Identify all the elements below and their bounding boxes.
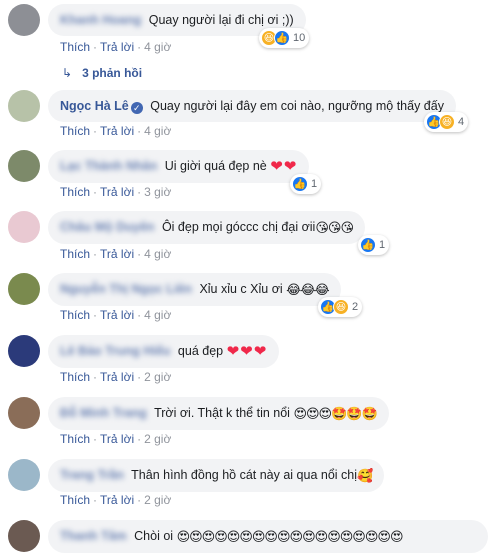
comment-actions: Thích · Trả lời · 2 giờ	[60, 493, 172, 507]
comment-bubble: Lê Bảo Trung Hiếu quá đẹp ❤❤❤	[48, 335, 280, 368]
avatar[interactable]	[8, 211, 40, 243]
verified-badge-icon: ✓	[130, 102, 143, 114]
reaction-summary[interactable]: 👍 1	[290, 174, 322, 194]
like-reaction-icon: 👍	[292, 176, 308, 192]
avatar[interactable]	[8, 4, 40, 36]
like-link[interactable]: Thích	[60, 247, 90, 261]
reply-link[interactable]: Trả lời	[100, 185, 134, 199]
view-replies-link[interactable]: ↳ 3 phản hồi	[62, 66, 142, 80]
comment-time[interactable]: 2 giờ	[144, 432, 171, 446]
reply-link[interactable]: Trả lời	[100, 370, 134, 384]
comment-text: Quay người lại đây em coi nào, ngưỡng mộ…	[150, 99, 444, 113]
avatar[interactable]	[8, 150, 40, 182]
like-link[interactable]: Thích	[60, 493, 90, 507]
comment-actions: Thích · Trả lời · 2 giờ	[60, 370, 172, 384]
haha-reaction-icon: 😆	[439, 114, 455, 130]
reply-link[interactable]: Trả lời	[100, 40, 134, 54]
reaction-summary[interactable]: 👍 😆 4	[424, 112, 469, 132]
reaction-summary[interactable]: 👍 1	[358, 235, 390, 255]
comment-text: Trời ơi. Thật k thể tin nổi	[154, 406, 290, 420]
comment-actions: Thích · Trả lời · 4 giờ	[60, 247, 172, 261]
comment-time[interactable]: 2 giờ	[144, 370, 171, 384]
avatar[interactable]	[8, 335, 40, 367]
comment-author[interactable]: Nguyễn Thị Ngọc Liên	[60, 282, 192, 296]
comment-bubble: Châu Mộ Duyên Ôi đẹp mọi góccc chị đại ơ…	[48, 211, 366, 244]
comment-author[interactable]: Châu Mộ Duyên	[60, 220, 154, 234]
comment-time[interactable]: 2 giờ	[144, 493, 171, 507]
comment-bubble: Trang Trần Thân hình đồng hồ cát này ai …	[48, 459, 385, 492]
like-link[interactable]: Thích	[60, 370, 90, 384]
view-replies-label[interactable]: 3 phản hồi	[82, 66, 142, 80]
reply-link[interactable]: Trả lời	[100, 247, 134, 261]
comment-bubble: Nguyễn Thị Ngọc Liên Xỉu xỉu c Xỉu ơi 😂😂…	[48, 273, 341, 306]
comment-text: Quay người lại đi chị ơi ;))	[148, 13, 294, 27]
comment-text: Chòi oi	[134, 529, 174, 543]
comment-bubble: Thanh Tâm Chòi oi 😍😍😍😍😍😍😍😍😍😍😍😍😍😍😍😍😍😍	[48, 520, 488, 553]
reply-arrow-icon: ↳	[62, 66, 73, 80]
comment-time[interactable]: 4 giờ	[144, 308, 171, 322]
comment-text: Ui giời quá đẹp nè	[164, 159, 267, 173]
reaction-count: 1	[379, 239, 386, 251]
reply-link[interactable]: Trả lời	[100, 493, 134, 507]
like-link[interactable]: Thích	[60, 308, 90, 322]
comment-text: quá đẹp	[177, 344, 224, 358]
comment-time[interactable]: 3 giờ	[144, 185, 171, 199]
reply-link[interactable]: Trả lời	[100, 124, 134, 138]
comment-emoji: 😍😍😍🤩🤩🤩	[293, 406, 377, 421]
comment-author[interactable]: Trang Trần	[60, 468, 124, 482]
like-link[interactable]: Thích	[60, 124, 90, 138]
comment-actions: Thích · Trả lời · 4 giờ	[60, 124, 172, 138]
reaction-count: 10	[293, 32, 306, 44]
comment-emoji: 🥰	[357, 468, 373, 483]
comment-emoji: ❤❤❤	[226, 343, 268, 360]
reply-link[interactable]: Trả lời	[100, 432, 134, 446]
reaction-count: 2	[352, 301, 359, 313]
like-reaction-icon: 👍	[360, 237, 376, 253]
like-reaction-icon: 👍	[274, 30, 290, 46]
comment-author[interactable]: Ngọc Hà Lê	[60, 99, 129, 113]
comment-actions: Thích · Trả lời · 4 giờ	[60, 40, 172, 54]
comment-text: Thân hình đồng hồ cát này ai qua nổi chị	[131, 468, 358, 482]
comment-bubble: Lạc Thành Nhân Ui giời quá đẹp nè ❤❤	[48, 150, 310, 183]
avatar[interactable]	[8, 459, 40, 491]
reaction-summary[interactable]: 😆 👍 10	[259, 28, 310, 48]
like-link[interactable]: Thích	[60, 432, 90, 446]
avatar[interactable]	[8, 273, 40, 305]
avatar[interactable]	[8, 520, 40, 552]
comment-actions: Thích · Trả lời · 2 giờ	[60, 432, 172, 446]
comment-actions: Thích · Trả lời · 3 giờ	[60, 185, 172, 199]
comment-author[interactable]: Lê Bảo Trung Hiếu	[60, 344, 170, 358]
comment-author[interactable]: Đỗ Minh Trang	[60, 406, 147, 420]
reaction-count: 4	[458, 116, 465, 128]
comment-bubble: Ngọc Hà Lê ✓ Quay người lại đây em coi nà…	[48, 90, 456, 122]
haha-reaction-icon: 😆	[333, 299, 349, 315]
comment-time[interactable]: 4 giờ	[144, 124, 171, 138]
comment-emoji: 😘😘😘	[315, 220, 354, 235]
comment-time[interactable]: 4 giờ	[144, 40, 171, 54]
avatar[interactable]	[8, 90, 40, 122]
comment-emoji: 😂😂😂	[286, 282, 330, 297]
comment-time[interactable]: 4 giờ	[144, 247, 171, 261]
reply-link[interactable]: Trả lời	[100, 308, 134, 322]
comment-text: Xỉu xỉu c Xỉu ơi	[199, 282, 283, 296]
reaction-summary[interactable]: 👍 😆 2	[318, 297, 363, 317]
comment-emoji: ❤❤	[270, 158, 298, 175]
comment-emoji: 😍😍😍😍😍😍😍😍😍😍😍😍😍😍😍😍😍😍	[176, 529, 404, 544]
reaction-count: 1	[311, 178, 318, 190]
comment-author[interactable]: Lạc Thành Nhân	[60, 159, 157, 173]
avatar[interactable]	[8, 397, 40, 429]
comment-text: Ôi đẹp mọi góccc chị đại ơii	[161, 220, 316, 234]
comment-bubble: Đỗ Minh Trang Trời ơi. Thật k thể tin nổ…	[48, 397, 389, 430]
like-link[interactable]: Thích	[60, 40, 90, 54]
comment-actions: Thích · Trả lời · 4 giờ	[60, 308, 172, 322]
comment-author[interactable]: Khanh Hoang	[60, 13, 141, 27]
comment-author[interactable]: Thanh Tâm	[60, 529, 127, 543]
like-link[interactable]: Thích	[60, 185, 90, 199]
